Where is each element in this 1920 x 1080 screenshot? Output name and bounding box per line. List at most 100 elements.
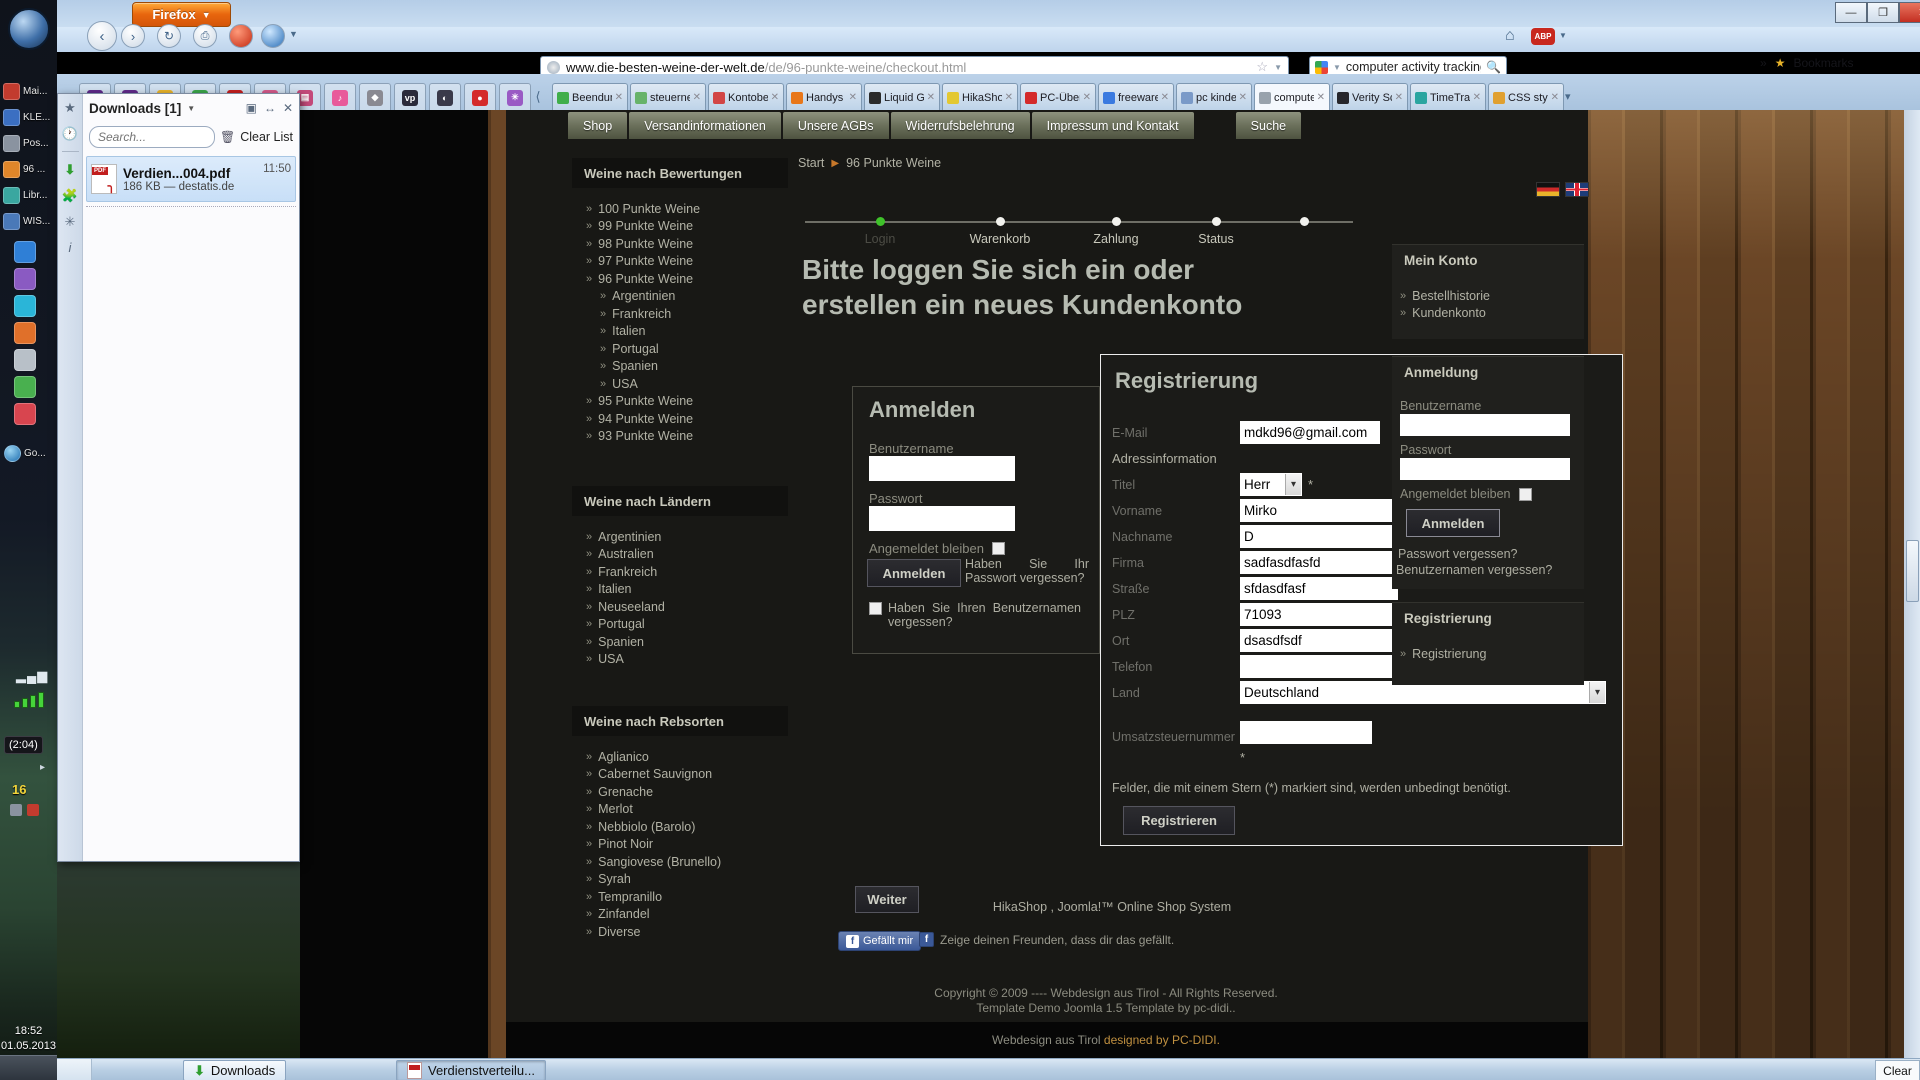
- tab-close-icon[interactable]: ✕: [693, 92, 701, 103]
- field-input[interactable]: mdkd96@gmail.com: [1240, 421, 1380, 444]
- reload-icon[interactable]: ↻: [157, 24, 181, 48]
- resize-icon[interactable]: ↔: [264, 101, 276, 115]
- addons-puzzle-icon[interactable]: 🧩: [62, 187, 79, 204]
- bookmarks-star-icon[interactable]: ★: [62, 99, 79, 116]
- forgot-password-link[interactable]: Haben Sie Ihr Passwort vergessen?: [965, 557, 1089, 585]
- tab-close-icon[interactable]: ✕: [1473, 92, 1481, 103]
- pinned-tab[interactable]: vp: [394, 83, 426, 111]
- print-icon[interactable]: ⎙: [193, 24, 217, 48]
- search-icon[interactable]: 🔍: [1486, 60, 1501, 74]
- desktop-shortcut[interactable]: Mai...: [3, 78, 55, 104]
- sidebar-item[interactable]: Aglianico: [572, 748, 788, 766]
- bookmarks-folder-label[interactable]: Bookmarks: [1793, 56, 1853, 70]
- sidebar-item[interactable]: Cabernet Sauvignon: [572, 766, 788, 784]
- sidebar-item[interactable]: Spanien: [572, 358, 788, 376]
- title-dropdown-icon[interactable]: ▼: [187, 104, 195, 113]
- forgot-username-link[interactable]: Haben Sie Ihren Benutzernamen vergessen?: [888, 601, 1081, 629]
- tab-close-icon[interactable]: ✕: [1317, 92, 1325, 103]
- browser-tab[interactable]: freeware ... ✕: [1098, 83, 1174, 111]
- browser-tab[interactable]: HikaSho... ✕: [942, 83, 1018, 111]
- sidebar-item[interactable]: Frankreich: [572, 563, 788, 581]
- browser-tab[interactable]: steuerne... ✕: [630, 83, 706, 111]
- tab-close-icon[interactable]: ✕: [615, 92, 623, 103]
- desktop-shortcut[interactable]: [14, 292, 44, 319]
- sidebar-item[interactable]: 97 Punkte Weine: [572, 253, 788, 271]
- search-input[interactable]: computer activity tracking: [1346, 60, 1481, 74]
- sidebar-item[interactable]: Italien: [572, 581, 788, 599]
- forgot-username-link[interactable]: Benutzernamen vergessen?: [1396, 563, 1552, 577]
- url-dropdown-icon[interactable]: ▼: [1274, 63, 1282, 72]
- start-orb-icon[interactable]: [8, 8, 50, 50]
- login-button[interactable]: Anmelden: [867, 559, 961, 587]
- download-manager-icon[interactable]: [229, 24, 253, 48]
- browser-tab[interactable]: PC-Über... ✕: [1020, 83, 1096, 111]
- panel-close-icon[interactable]: ✕: [283, 101, 293, 115]
- tab-close-icon[interactable]: ✕: [1239, 92, 1247, 103]
- tab-close-icon[interactable]: ✕: [849, 92, 857, 103]
- bookmark-star-icon[interactable]: ☆: [1256, 59, 1268, 75]
- field-input[interactable]: sfdasdfasf: [1240, 577, 1398, 600]
- pinned-tab[interactable]: ✳: [499, 83, 531, 111]
- desktop-shortcut[interactable]: [14, 238, 44, 265]
- downloads-search-input[interactable]: [89, 126, 215, 148]
- sidebar-item[interactable]: Grenache: [572, 783, 788, 801]
- site-nav-button[interactable]: Suche: [1236, 112, 1301, 139]
- pinned-tab[interactable]: ◐: [429, 83, 461, 111]
- sidebar-item[interactable]: 93 Punkte Weine: [572, 428, 788, 446]
- pinned-tab[interactable]: ●: [464, 83, 496, 111]
- sidebar-item[interactable]: Argentinien: [572, 528, 788, 546]
- clear-list-button[interactable]: Clear List: [240, 130, 293, 144]
- sidebar-item[interactable]: Tempranillo: [572, 888, 788, 906]
- field-input[interactable]: 71093: [1240, 603, 1398, 626]
- site-nav-button[interactable]: Versandinformationen: [629, 112, 781, 139]
- desktop-shortcut[interactable]: [14, 346, 44, 373]
- tab-close-icon[interactable]: ✕: [1005, 92, 1013, 103]
- restore-button[interactable]: ❐: [1867, 2, 1899, 23]
- site-nav-button[interactable]: Shop: [568, 112, 627, 139]
- tab-close-icon[interactable]: ✕: [1395, 92, 1403, 103]
- field-input[interactable]: [1240, 655, 1398, 678]
- field-input[interactable]: sadfasdfasfd: [1240, 551, 1398, 574]
- browser-tab[interactable]: pc kinde... ✕: [1176, 83, 1252, 111]
- browser-tab[interactable]: compute... ✕: [1254, 83, 1330, 111]
- tray-expand-icon[interactable]: ▸: [40, 762, 45, 773]
- field-input[interactable]: dsasdfsdf: [1240, 629, 1398, 652]
- site-nav-button[interactable]: Unsere AGBs: [783, 112, 889, 139]
- back-button[interactable]: ‹: [87, 21, 117, 51]
- download-item[interactable]: Verdien...004.pdf 186 KB — destatis.de 1…: [86, 156, 296, 202]
- tab-close-icon[interactable]: ✕: [927, 92, 935, 103]
- username-field[interactable]: [1400, 414, 1570, 436]
- sidebar-item[interactable]: Frankreich: [572, 305, 788, 323]
- account-link[interactable]: Kundenkonto: [1400, 304, 1490, 321]
- field-input[interactable]: [1240, 721, 1372, 744]
- sidebar-item[interactable]: Nebbiolo (Barolo): [572, 818, 788, 836]
- breadcrumb-home[interactable]: Start: [798, 156, 824, 170]
- browser-tab[interactable]: CSS styli... ✕: [1488, 83, 1564, 111]
- field-input[interactable]: Mirko: [1240, 499, 1398, 522]
- remember-checkbox[interactable]: [992, 542, 1005, 555]
- flag-german-icon[interactable]: [1536, 182, 1560, 197]
- sidebar-item[interactable]: 95 Punkte Weine: [572, 393, 788, 411]
- desktop-shortcut[interactable]: [14, 400, 44, 427]
- desktop-shortcut[interactable]: [14, 319, 44, 346]
- remember-checkbox[interactable]: [1519, 488, 1532, 501]
- field-input[interactable]: Herr: [1240, 473, 1302, 496]
- desktop-shortcut[interactable]: [14, 373, 44, 400]
- forgot-username-checkbox[interactable]: [869, 602, 882, 615]
- forward-button[interactable]: ›: [121, 24, 145, 48]
- sidebar-login-button[interactable]: Anmelden: [1406, 509, 1500, 537]
- field-input[interactable]: D: [1240, 525, 1398, 548]
- sidebar-item[interactable]: Argentinien: [572, 288, 788, 306]
- toolbar-dropdown-icon[interactable]: ▼: [289, 29, 298, 39]
- site-nav-button[interactable]: Impressum und Kontakt: [1032, 112, 1194, 139]
- account-link[interactable]: Bestellhistorie: [1400, 287, 1490, 304]
- pinned-tab[interactable]: ♪: [324, 83, 356, 111]
- desktop-shortcut-go[interactable]: Go...: [4, 445, 46, 462]
- sidebar-item[interactable]: Pinot Noir: [572, 836, 788, 854]
- sidebar-item[interactable]: Neuseeland: [572, 598, 788, 616]
- tab-close-icon[interactable]: ✕: [771, 92, 779, 103]
- app-orb-icon[interactable]: [261, 24, 285, 48]
- sidebar-item[interactable]: Portugal: [572, 340, 788, 358]
- history-clock-icon[interactable]: 🕐: [62, 125, 79, 142]
- registration-link[interactable]: Registrierung: [1400, 645, 1486, 662]
